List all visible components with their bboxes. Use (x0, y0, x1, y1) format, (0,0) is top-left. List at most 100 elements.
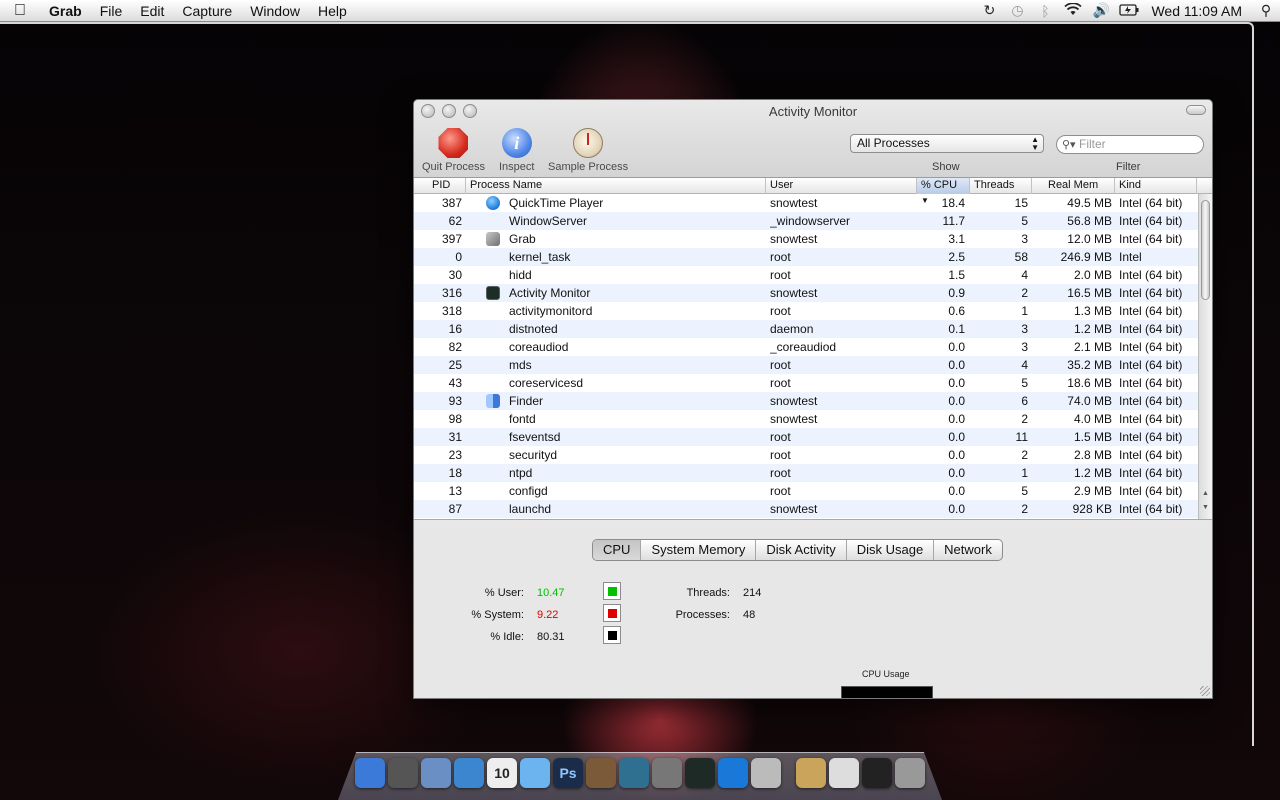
column-user[interactable]: User (766, 178, 917, 194)
mail-icon[interactable] (421, 758, 451, 788)
scroll-up-icon[interactable]: ▲ (1199, 490, 1212, 497)
search-icon: ⚲▾ (1062, 139, 1076, 151)
menu-help[interactable]: Help (309, 0, 356, 22)
column-cpu[interactable]: % CPU ▼ (917, 178, 970, 205)
activity-monitor-icon[interactable] (685, 758, 715, 788)
column-process-name[interactable]: Process Name (466, 178, 766, 194)
inspect-button[interactable]: i Inspect (499, 128, 534, 173)
cell-threads: 5 (1021, 214, 1028, 228)
cell-pid: 43 (448, 376, 462, 390)
cell-user: daemon (770, 322, 814, 336)
table-row[interactable]: 23 securityd root 0.0 2 2.8 MB Intel (64 bit) (414, 446, 1198, 464)
table-row[interactable]: 87 launchd snowtest 0.0 2 928 KB Intel (64 bit… (414, 500, 1198, 518)
dock-icons: 10 Ps (355, 758, 925, 788)
cell-cpu: 0.0 (948, 448, 965, 462)
trash-icon[interactable] (895, 758, 925, 788)
ical-icon[interactable]: 10 (487, 758, 517, 788)
grab-icon[interactable] (751, 758, 781, 788)
table-row[interactable]: 25 mds root 0.0 4 35.2 MB Intel (64 bit) (414, 356, 1198, 374)
scroll-down-icon[interactable]: ▼ (1199, 504, 1212, 511)
table-row[interactable]: 0 kernel_task root 2.5 58 246.9 MB Intel (414, 248, 1198, 266)
table-row[interactable]: 13 configd root 0.0 5 2.9 MB Intel (64 bit) (414, 482, 1198, 500)
menu-app-grab[interactable]: Grab (40, 0, 91, 22)
table-row[interactable]: 397 Grab snowtest 3.1 3 12.0 MB Intel (64 bit) (414, 230, 1198, 248)
cell-cpu: 0.0 (948, 412, 965, 426)
window-resize-grip[interactable] (1200, 686, 1210, 696)
column-kind[interactable]: Kind (1115, 178, 1197, 194)
time-machine-icon[interactable]: ◷ (1003, 2, 1031, 19)
dashboard-icon[interactable] (388, 758, 418, 788)
table-row[interactable]: 98 fontd snowtest 0.0 2 4.0 MB Intel (64 bit) (414, 410, 1198, 428)
table-row[interactable]: 82 coreaudiod _coreaudiod 0.0 3 2.1 MB Intel (… (414, 338, 1198, 356)
tab-network[interactable]: Network (934, 540, 1002, 560)
idle-color-swatch[interactable] (603, 626, 621, 644)
cell-user: root (770, 448, 791, 462)
itunes-icon[interactable] (520, 758, 550, 788)
applications-folder-icon[interactable] (796, 758, 826, 788)
apple-menu-icon[interactable]:  (0, 2, 40, 20)
cell-pid: 18 (448, 466, 462, 480)
table-row[interactable]: 316 Activity Monitor snowtest 0.9 2 16.5 MB In… (414, 284, 1198, 302)
quicktime-icon (486, 196, 502, 210)
menu-clock[interactable]: Wed 11:09 AM (1143, 3, 1252, 19)
tab-disk-usage[interactable]: Disk Usage (847, 540, 935, 560)
cell-kind: Intel (64 bit) (1119, 304, 1183, 318)
system-color-swatch[interactable] (603, 604, 621, 622)
table-row[interactable]: 16 distnoted daemon 0.1 3 1.2 MB Intel (64 bit… (414, 320, 1198, 338)
finder-icon[interactable] (355, 758, 385, 788)
filter-search-input[interactable]: ⚲▾ Filter (1056, 135, 1204, 154)
stats-panel: CPU System Memory Disk Activity Disk Usa… (414, 521, 1212, 698)
cell-kind: Intel (64 bit) (1119, 232, 1183, 246)
cell-threads: 2 (1021, 286, 1028, 300)
tab-system-memory[interactable]: System Memory (641, 540, 757, 560)
photoshop-icon[interactable]: Ps (553, 758, 583, 788)
cell-user: root (770, 376, 791, 390)
process-filter-select[interactable]: All Processes ▲ ▼ (850, 134, 1044, 153)
quicktime-icon[interactable] (718, 758, 748, 788)
table-row[interactable]: 93 Finder snowtest 0.0 6 74.0 MB Intel (64 bit… (414, 392, 1198, 410)
cell-pid: 62 (448, 214, 462, 228)
volume-icon[interactable]: 🔊 (1087, 2, 1115, 19)
spotlight-search-icon[interactable]: ⚲ (1252, 2, 1280, 19)
menu-capture[interactable]: Capture (173, 0, 241, 22)
menu-file[interactable]: File (91, 0, 132, 22)
menu-edit[interactable]: Edit (131, 0, 173, 22)
sync-icon[interactable]: ↻ (975, 2, 1003, 19)
table-row[interactable]: 30 hidd root 1.5 4 2.0 MB Intel (64 bit) (414, 266, 1198, 284)
table-row[interactable]: 43 coreservicesd root 0.0 5 18.6 MB Intel (64 … (414, 374, 1198, 392)
cell-cpu: 0.0 (948, 340, 965, 354)
cell-user: root (770, 358, 791, 372)
scroll-thumb[interactable] (1201, 200, 1210, 300)
tab-disk-activity[interactable]: Disk Activity (756, 540, 847, 560)
iphoto-icon[interactable] (586, 758, 616, 788)
cell-user: root (770, 268, 791, 282)
table-row[interactable]: 387 QuickTime Player snowtest 18.4 15 49.5 MB… (414, 194, 1198, 212)
quit-process-button[interactable]: Quit Process (422, 128, 485, 173)
column-real-mem[interactable]: Real Mem (1032, 178, 1115, 194)
safari-icon[interactable] (454, 758, 484, 788)
menu-window[interactable]: Window (241, 0, 309, 22)
processes-value: 48 (743, 609, 756, 621)
cell-real-mem: 74.0 MB (1067, 394, 1112, 408)
wifi-icon[interactable] (1059, 1, 1087, 19)
column-threads[interactable]: Threads (970, 178, 1032, 194)
battery-icon[interactable] (1115, 3, 1143, 19)
cell-kind: Intel (64 bit) (1119, 394, 1183, 408)
cell-pid: 87 (448, 502, 462, 516)
table-row[interactable]: 318 activitymonitord root 0.6 1 1.3 MB Intel (… (414, 302, 1198, 320)
time-machine-icon[interactable] (619, 758, 649, 788)
table-row[interactable]: 18 ntpd root 0.0 1 1.2 MB Intel (64 bit) (414, 464, 1198, 482)
bluetooth-icon[interactable]: ᛒ (1031, 3, 1059, 19)
system-color-chip (608, 609, 617, 618)
toolbar-toggle-button[interactable] (1186, 105, 1206, 115)
sample-process-button[interactable]: Sample Process (548, 128, 628, 173)
column-pid[interactable]: PID (414, 178, 466, 194)
system-preferences-icon[interactable] (652, 758, 682, 788)
table-scrollbar[interactable]: ▲ ▼ (1198, 194, 1212, 519)
tab-cpu[interactable]: CPU (593, 540, 642, 560)
table-row[interactable]: 31 fseventsd root 0.0 11 1.5 MB Intel (64 bit) (414, 428, 1198, 446)
music-stack-icon[interactable] (862, 758, 892, 788)
documents-stack-icon[interactable] (829, 758, 859, 788)
user-color-swatch[interactable] (603, 582, 621, 600)
table-row[interactable]: 62 WindowServer _windowserver 11.7 5 56.8 MB I… (414, 212, 1198, 230)
